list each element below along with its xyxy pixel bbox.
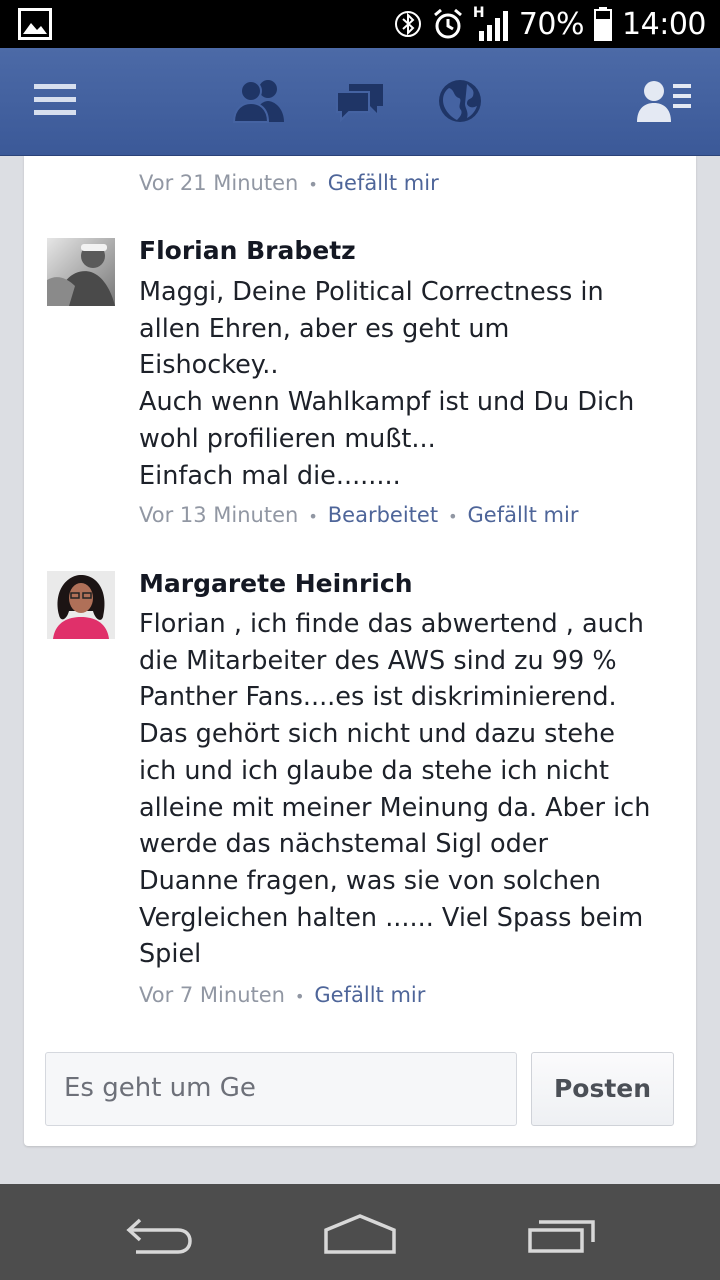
comment-meta: Vor 13 Minuten • Bearbeitet • Gefällt mir (139, 503, 578, 527)
separator-dot: • (294, 986, 305, 1006)
avatar[interactable] (47, 571, 115, 639)
comment-line: ich und ich glaube da stehe ich nicht (139, 755, 610, 786)
comment-line: Auch wenn Wahlkampf ist und Du Dich (139, 387, 635, 418)
comment-text: Florian , ich finde das abwertend , auch… (139, 606, 679, 973)
comment-text: Maggi, Deine Political Correctness in al… (139, 274, 679, 494)
comment-meta: Vor 21 Minuten • Gefällt mir (139, 171, 439, 195)
comment-author[interactable]: Florian Brabetz (139, 236, 356, 265)
comments-card: Vor 21 Minuten • Gefällt mir Florian Brabe… (24, 156, 696, 1146)
battery-percent: 70% (518, 6, 585, 42)
friend-requests-icon[interactable] (232, 76, 288, 128)
menu-icon[interactable] (34, 82, 76, 122)
comment-line: Panther Fans....es ist diskriminierend. (139, 682, 617, 713)
gallery-icon (18, 8, 52, 40)
bluetooth-icon (394, 7, 421, 41)
home-icon[interactable] (323, 1214, 397, 1258)
status-bar: H 70% 14:00 (0, 0, 720, 48)
comment-meta: Vor 7 Minuten • Gefällt mir (139, 983, 425, 1007)
back-icon[interactable] (126, 1216, 194, 1260)
contacts-icon[interactable] (637, 78, 693, 128)
messages-icon[interactable] (335, 80, 385, 126)
comment-line: Einfach mal die........ (139, 460, 401, 491)
comment-line: wohl profilieren mußt... (139, 423, 436, 454)
comment-time: Vor 13 Minuten (139, 503, 299, 527)
like-link[interactable]: Gefällt mir (468, 503, 579, 527)
app-bar (0, 48, 720, 156)
comment-line: alleine mit meiner Meinung da. Aber ich (139, 792, 651, 823)
clock: 14:00 (622, 6, 706, 42)
comment-time: Vor 21 Minuten (139, 171, 299, 195)
separator-dot: • (308, 174, 318, 194)
avatar[interactable] (47, 238, 115, 306)
like-link[interactable]: Gefällt mir (314, 983, 425, 1007)
comment-line: die Mitarbeiter des AWS sind zu 99 % (139, 645, 617, 676)
recent-apps-icon[interactable] (527, 1218, 597, 1258)
like-link[interactable]: Gefällt mir (328, 171, 439, 195)
notifications-globe-icon[interactable] (437, 78, 483, 128)
comment-time: Vor 7 Minuten (139, 983, 285, 1007)
comment-line: Vergleichen halten ...... Viel Spass bei… (139, 902, 644, 933)
navigation-bar (0, 1184, 720, 1280)
comment-line: Duanne fragen, was sie von solchen (139, 865, 601, 896)
post-button[interactable]: Posten (531, 1052, 674, 1126)
comment-line: Florian , ich finde das abwertend , auch (139, 609, 644, 639)
comment-author[interactable]: Margarete Heinrich (139, 569, 413, 598)
comment-input[interactable]: Es geht um Ge (45, 1052, 517, 1126)
battery-icon (594, 7, 613, 41)
comment-line: allen Ehren, aber es geht um (139, 313, 510, 344)
comment-line: Spiel (139, 939, 202, 970)
comment-line: Maggi, Deine Political Correctness in (139, 277, 604, 307)
alarm-icon (431, 7, 465, 41)
comment-line: Eishockey.. (139, 350, 279, 381)
separator-dot: • (308, 506, 318, 526)
comment-line: Das gehört sich nicht und dazu stehe (139, 719, 615, 750)
comment-line: werde das nächstemal Sigl oder (139, 829, 548, 860)
network-type: H (472, 5, 485, 21)
signal-icon: H (472, 5, 509, 41)
edited-link[interactable]: Bearbeitet (328, 503, 438, 527)
separator-dot: • (448, 506, 458, 526)
